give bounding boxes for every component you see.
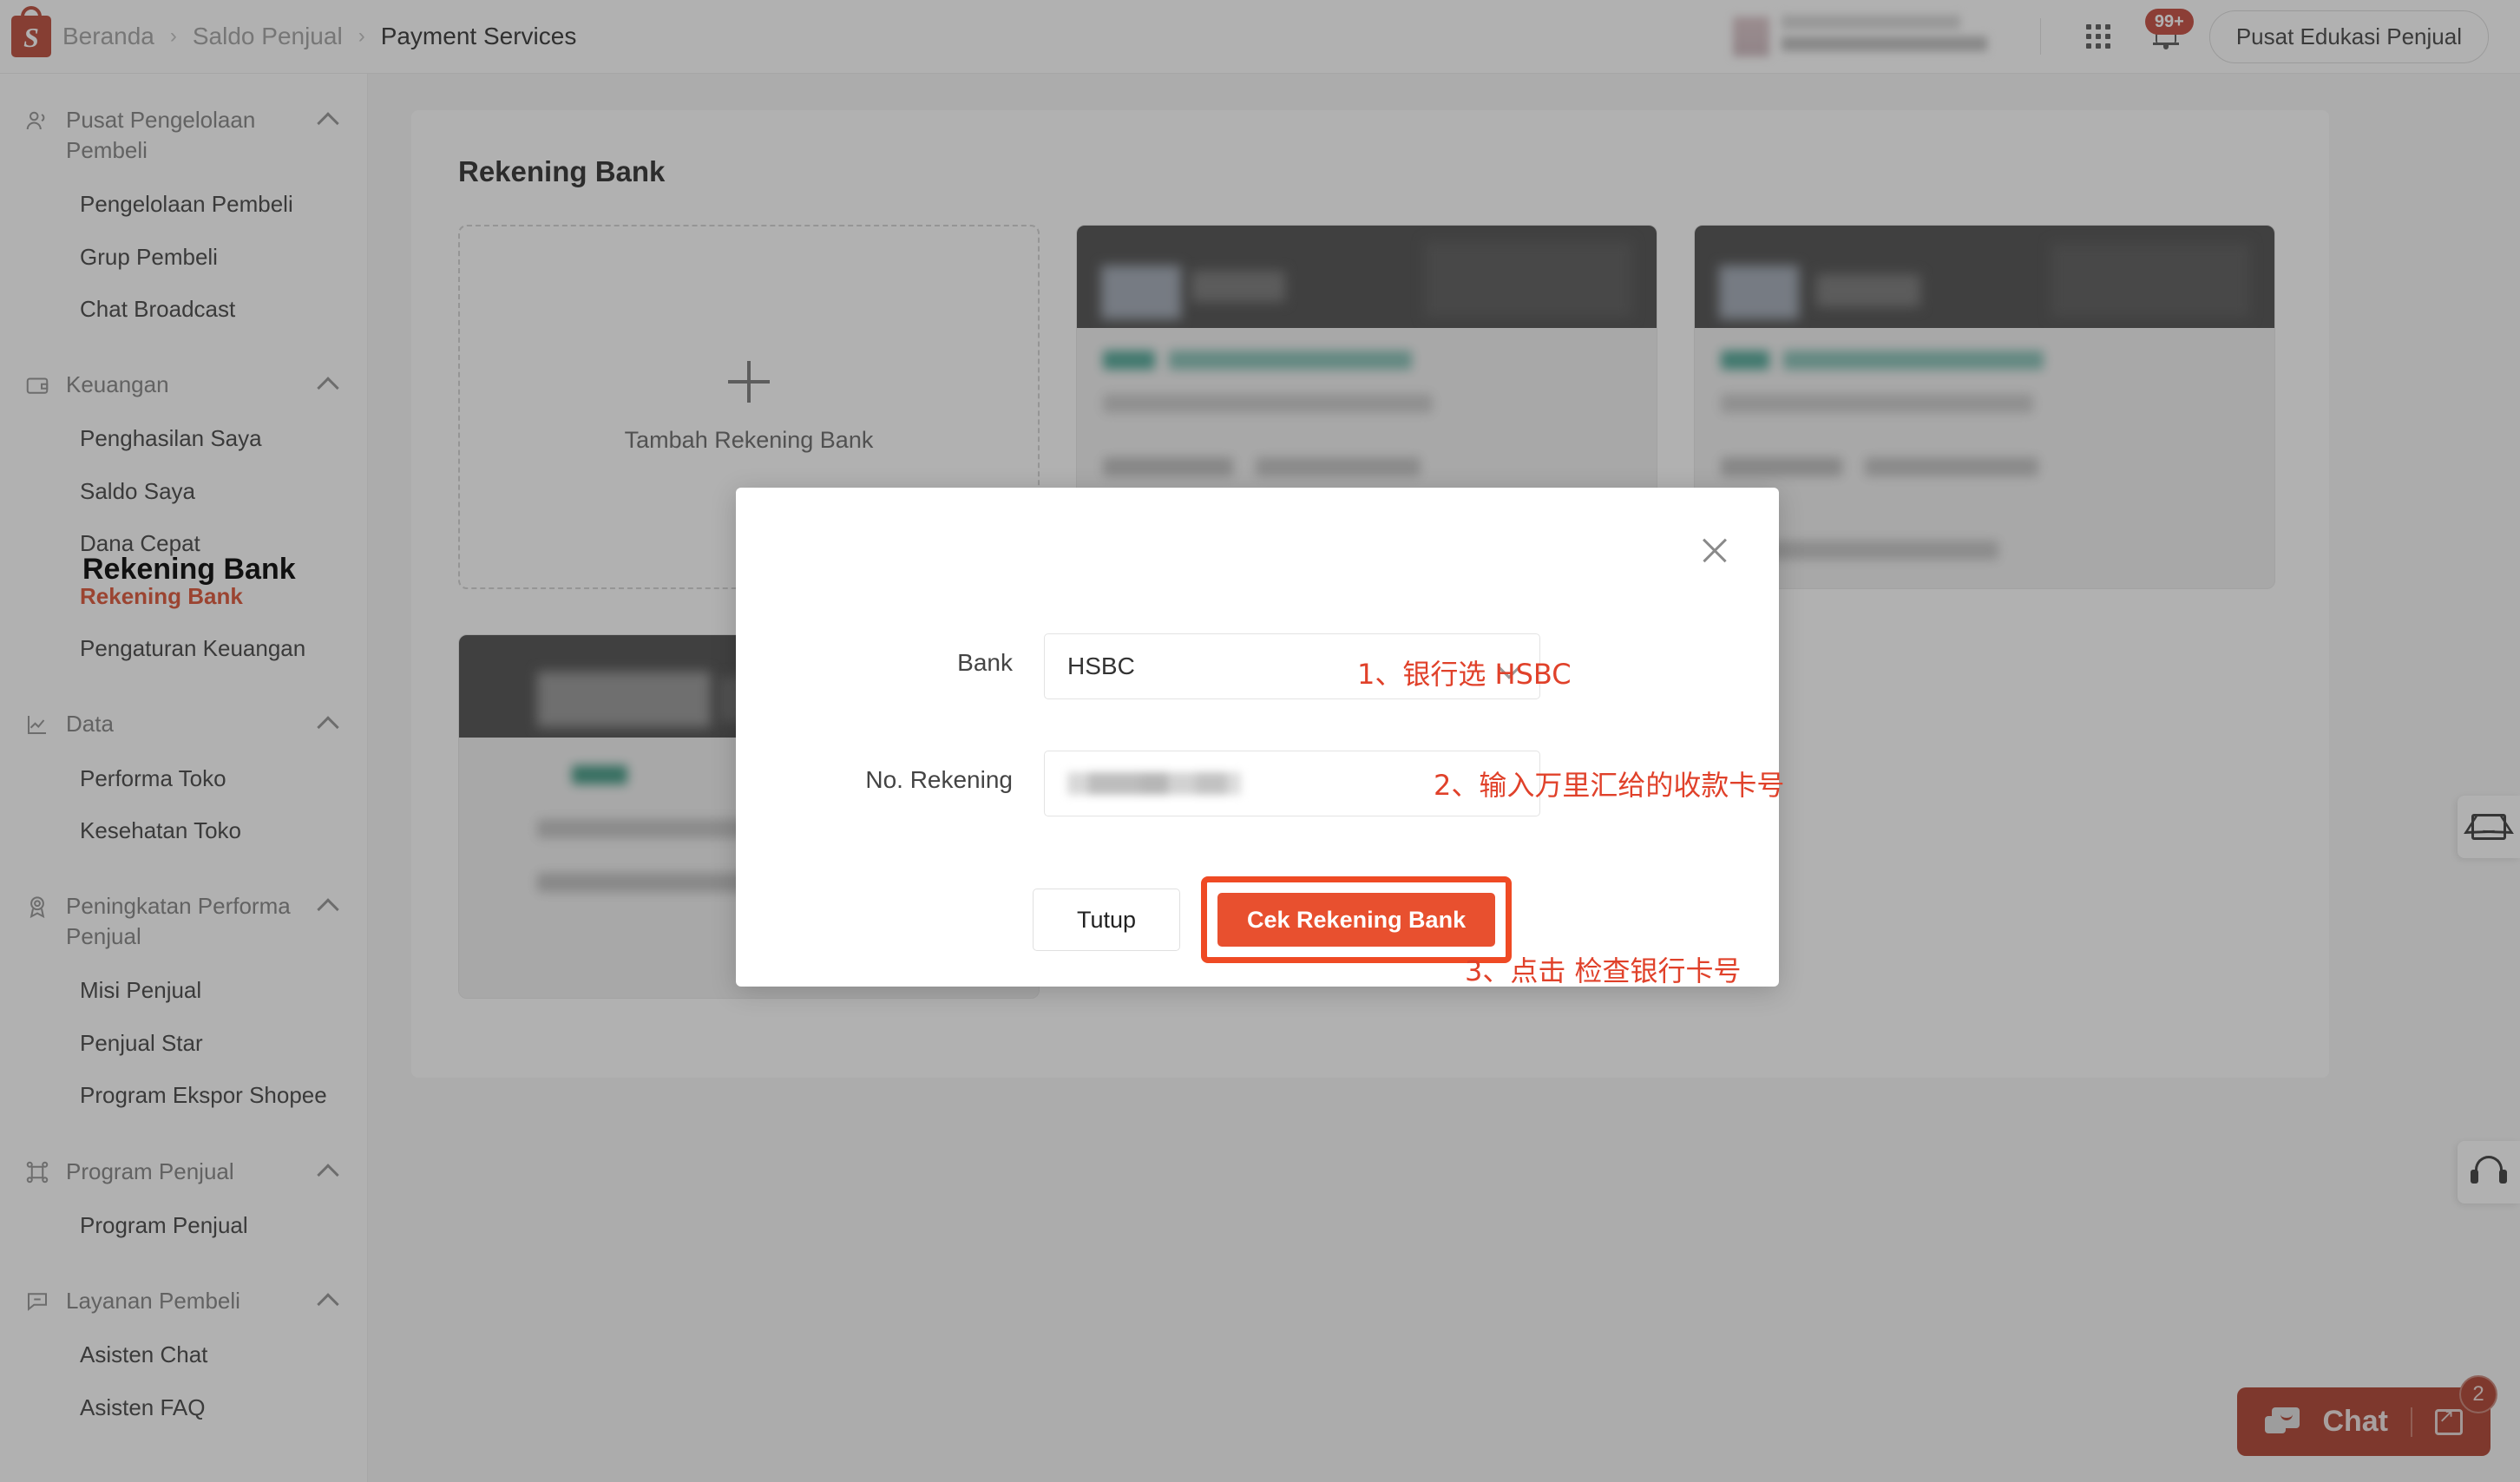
chat-divider	[2411, 1407, 2412, 1437]
headset-icon	[2471, 1156, 2507, 1189]
sidebar-item-program-penjual[interactable]: Program Penjual	[0, 1199, 367, 1251]
chat-unread-badge: 2	[2459, 1375, 2497, 1413]
add-bank-account-label: Tambah Rekening Bank	[625, 427, 874, 454]
sidebar-item-asisten-chat[interactable]: Asisten Chat	[0, 1328, 367, 1380]
annotation-step-2: 2、输入万里汇给的收款卡号	[1434, 764, 1784, 803]
nodes-icon	[24, 1159, 50, 1185]
sidebar-item-performa-toko[interactable]: Performa Toko	[0, 752, 367, 804]
sidebar-nav: Pusat Pengelolaan Pembeli Pengelolaan Pe…	[0, 74, 368, 1482]
account-number-redacted-value	[1067, 772, 1241, 795]
envelope-icon	[2471, 814, 2506, 840]
account-number-field-label: No. Rekening	[775, 751, 1044, 794]
sidebar-item-kesehatan-toko[interactable]: Kesehatan Toko	[0, 804, 367, 856]
sidebar-group-label: Program Penjual	[66, 1157, 303, 1187]
sidebar-group-keuangan[interactable]: Keuangan	[0, 357, 367, 412]
header-right-tools: 99+ Pusat Edukasi Penjual	[1733, 10, 2520, 63]
breadcrumb-separator-icon: ›	[358, 24, 365, 49]
sidebar-group-peningkatan-performa-penjual[interactable]: Peningkatan Performa Penjual	[0, 879, 367, 964]
wallet-icon	[24, 372, 50, 398]
header-divider	[2040, 18, 2041, 55]
user-group-icon	[24, 108, 50, 134]
seller-education-button[interactable]: Pusat Edukasi Penjual	[2209, 10, 2489, 63]
sidebar-item-pengaturan-keuangan[interactable]: Pengaturan Keuangan	[0, 622, 367, 674]
app-header: S Beranda › Saldo Penjual › Payment Serv…	[0, 0, 2520, 74]
sidebar-item-program-ekspor-shopee[interactable]: Program Ekspor Shopee	[0, 1069, 367, 1121]
modal-action-buttons: Tutup Cek Rekening Bank	[1033, 876, 1512, 963]
chevron-up-icon	[318, 896, 338, 915]
chevron-up-icon	[318, 110, 338, 129]
breadcrumb-item-home[interactable]: Beranda	[62, 23, 154, 50]
sidebar-item-penghasilan-saya[interactable]: Penghasilan Saya	[0, 412, 367, 464]
shopee-logo[interactable]: S	[0, 16, 62, 57]
bank-card-header-redacted	[1077, 226, 1657, 328]
notification-badge: 99+	[2145, 9, 2194, 35]
breadcrumb: Beranda › Saldo Penjual › Payment Servic…	[62, 23, 576, 50]
sidebar-item-penjual-star[interactable]: Penjual Star	[0, 1017, 367, 1069]
bank-account-card[interactable]	[1694, 225, 2275, 589]
apps-grid-icon[interactable]	[2074, 12, 2123, 61]
chat-widget[interactable]: Chat 2	[2237, 1387, 2490, 1456]
sidebar-item-asisten-faq[interactable]: Asisten FAQ	[0, 1381, 367, 1433]
chevron-up-icon	[318, 375, 338, 394]
bank-card-body-redacted	[1695, 328, 2274, 589]
badge-icon	[24, 894, 50, 920]
sidebar-item-pengelolaan-pembeli[interactable]: Pengelolaan Pembeli	[0, 178, 367, 230]
chevron-up-icon	[318, 1291, 338, 1310]
sidebar-group-label: Keuangan	[66, 370, 303, 400]
sidebar-group-label: Pusat Pengelolaan Pembeli	[66, 105, 303, 166]
chat-bubble-icon	[24, 1289, 50, 1315]
close-button[interactable]: Tutup	[1033, 889, 1180, 951]
sidebar-group-program-penjual[interactable]: Program Penjual	[0, 1144, 367, 1199]
breadcrumb-separator-icon: ›	[170, 24, 177, 49]
annotation-step-3: 3、点击 检查银行卡号	[1465, 949, 1742, 989]
sidebar-group-data[interactable]: Data	[0, 697, 367, 751]
bank-card-header-redacted	[1695, 226, 2274, 328]
expand-icon[interactable]	[2435, 1409, 2463, 1435]
account-info-redacted[interactable]	[1733, 15, 2011, 58]
breadcrumb-item-current: Payment Services	[381, 23, 577, 50]
breadcrumb-item-saldo[interactable]: Saldo Penjual	[193, 23, 343, 50]
chat-bubble-icon	[2265, 1407, 2300, 1437]
account-number-field-row: No. Rekening	[775, 751, 1540, 816]
bank-field-label: Bank	[775, 633, 1044, 677]
sidebar-item-chat-broadcast[interactable]: Chat Broadcast	[0, 283, 367, 335]
check-bank-account-button[interactable]: Cek Rekening Bank	[1217, 893, 1495, 947]
sidebar-group-pusat-pengelolaan-pembeli[interactable]: Pusat Pengelolaan Pembeli	[0, 93, 367, 178]
sidebar-item-misi-penjual[interactable]: Misi Penjual	[0, 964, 367, 1016]
annotation-step-1: 1、银行选 HSBC	[1357, 652, 1572, 692]
plus-icon	[728, 361, 770, 403]
notification-bell-icon[interactable]: 99+	[2142, 12, 2190, 61]
sidebar-item-grup-pembeli[interactable]: Grup Pembeli	[0, 231, 367, 283]
chevron-up-icon	[318, 1162, 338, 1181]
sidebar-group-label: Layanan Pembeli	[66, 1286, 303, 1316]
sidebar-item-saldo-saya[interactable]: Saldo Saya	[0, 465, 367, 517]
feedback-float-button[interactable]	[2458, 796, 2520, 858]
close-icon[interactable]	[1696, 531, 1734, 569]
avatar	[1733, 16, 1769, 56]
bank-select-value: HSBC	[1067, 652, 1135, 680]
sidebar-group-layanan-pembeli[interactable]: Layanan Pembeli	[0, 1274, 367, 1328]
support-float-button[interactable]	[2458, 1141, 2520, 1203]
sidebar-group-label: Data	[66, 709, 303, 739]
sidebar-group-label: Peningkatan Performa Penjual	[66, 891, 303, 952]
chevron-up-icon	[318, 714, 338, 733]
chat-label: Chat	[2322, 1405, 2388, 1439]
page-title: Rekening Bank	[458, 155, 2282, 188]
modal-title: Rekening Bank	[82, 553, 296, 587]
chart-line-icon	[24, 711, 50, 738]
